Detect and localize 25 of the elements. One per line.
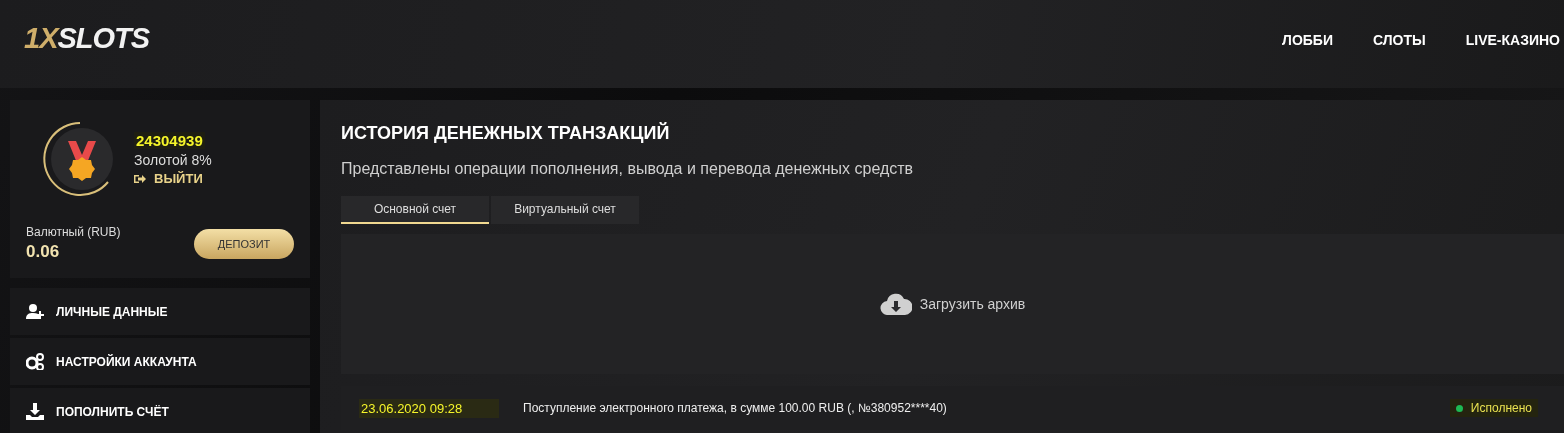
logout-icon xyxy=(134,173,146,184)
nav-link[interactable]: LIVE-КАЗИНО xyxy=(1445,31,1564,49)
nav-link[interactable]: СЛОТЫ xyxy=(1353,31,1446,49)
download-icon xyxy=(26,403,44,420)
transaction-date: 23.06.2020 09:28 xyxy=(359,398,499,418)
user-id: 24304939 xyxy=(134,132,205,149)
level-text: Золотой 8% xyxy=(134,152,212,168)
account-tab[interactable]: Виртуальный счет xyxy=(491,196,639,224)
sidebar-item[interactable]: ПОПОЛНИТЬ СЧЁТ xyxy=(10,388,310,433)
status-text: Исполнено xyxy=(1470,401,1532,415)
sidebar-item[interactable]: НАСТРОЙКИ АККАУНТА xyxy=(10,338,310,385)
account-tab[interactable]: Основной счет xyxy=(341,196,489,224)
page-title: ИСТОРИЯ ДЕНЕЖНЫХ ТРАНЗАКЦИЙ xyxy=(341,122,671,144)
user-add-icon xyxy=(26,303,44,320)
logout-link[interactable]: ВЫЙТИ xyxy=(134,171,203,186)
deposit-button[interactable]: ДЕПОЗИТ xyxy=(194,228,294,259)
balance-value: 0.06 xyxy=(26,242,61,262)
nav-link[interactable]: ЛОББИ xyxy=(1262,31,1353,49)
download-archive-link[interactable]: Загрузить архив xyxy=(879,293,1026,315)
sidebar-item[interactable]: ЛИЧНЫЕ ДАННЫЕ xyxy=(10,288,310,335)
cloud-download-icon xyxy=(879,293,912,315)
transaction-description: Поступление электронного платежа, в сумме 100.00 RUB (, №380952****40) xyxy=(523,401,948,415)
balance-label: Валютный (RUB) xyxy=(26,225,121,239)
logo[interactable]: 1XSLOTS xyxy=(24,22,150,54)
page-subtitle: Представлены операции пополнения, вывода и перевода денежных средств xyxy=(341,160,915,178)
